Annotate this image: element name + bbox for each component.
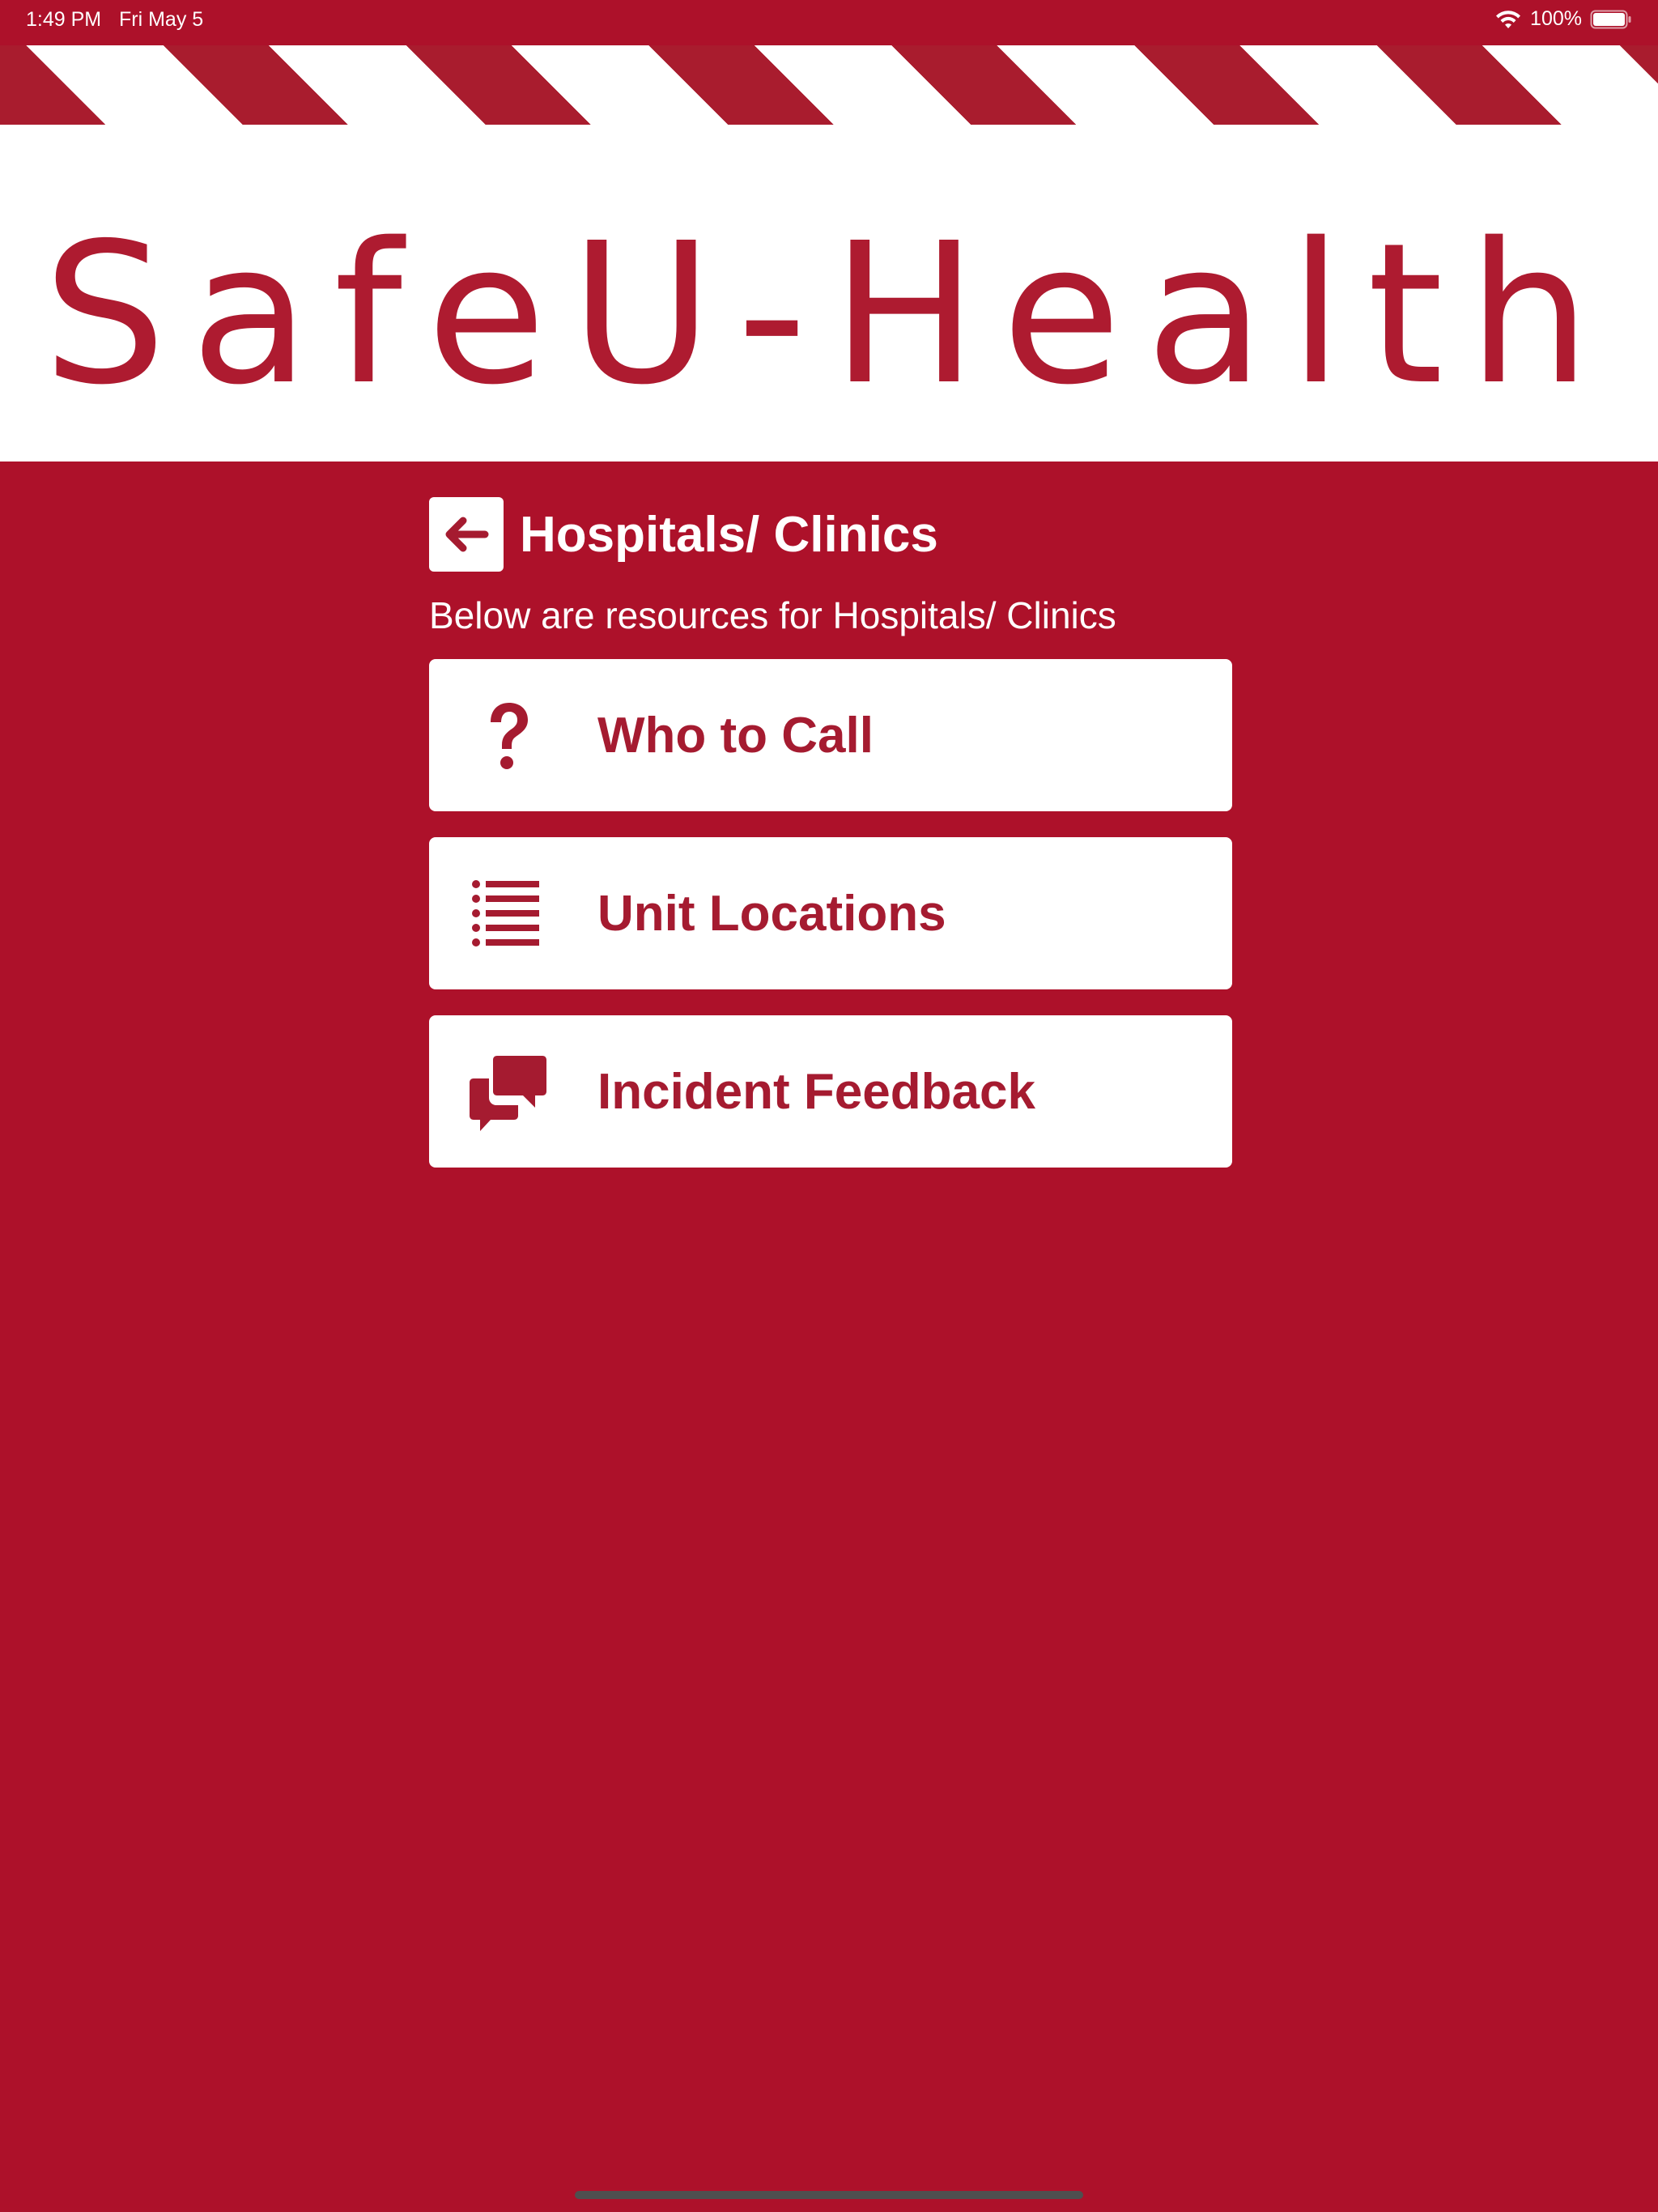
resource-label: Incident Feedback xyxy=(597,1063,1035,1120)
status-bar: 1:49 PM Fri May 5 100% xyxy=(0,0,1658,45)
title-row: Hospitals/ Clinics xyxy=(429,496,1232,573)
header-banner: SafeU-Health xyxy=(0,45,1658,462)
page-title: Hospitals/ Clinics xyxy=(520,506,938,563)
main-content: Hospitals/ Clinics Below are resources f… xyxy=(429,496,1232,1193)
page-subtitle: Below are resources for Hospitals/ Clini… xyxy=(429,594,1116,636)
status-time: 1:49 PM xyxy=(26,8,102,31)
back-button[interactable] xyxy=(429,497,504,572)
incident-feedback-button[interactable]: Incident Feedback xyxy=(429,1015,1232,1168)
home-indicator[interactable] xyxy=(575,2191,1083,2199)
resource-label: Unit Locations xyxy=(597,885,946,942)
wifi-icon xyxy=(1496,10,1521,28)
who-to-call-button[interactable]: Who to Call xyxy=(429,659,1232,811)
resource-list: Who to Call Unit Locations Incident Feed… xyxy=(429,659,1232,1168)
battery-full-icon xyxy=(1590,10,1631,28)
question-mark-icon xyxy=(468,695,549,776)
list-icon xyxy=(468,873,549,954)
status-indicators: 100% xyxy=(1494,7,1632,31)
unit-locations-button[interactable]: Unit Locations xyxy=(429,837,1232,989)
stripe-pattern xyxy=(0,45,1658,125)
app-logo: SafeU-Health xyxy=(43,201,1615,428)
resource-label: Who to Call xyxy=(597,707,874,764)
battery-percent: 100% xyxy=(1530,7,1582,30)
status-date: Fri May 5 xyxy=(119,8,204,31)
comments-icon xyxy=(468,1051,549,1132)
arrow-left-icon xyxy=(445,517,489,552)
